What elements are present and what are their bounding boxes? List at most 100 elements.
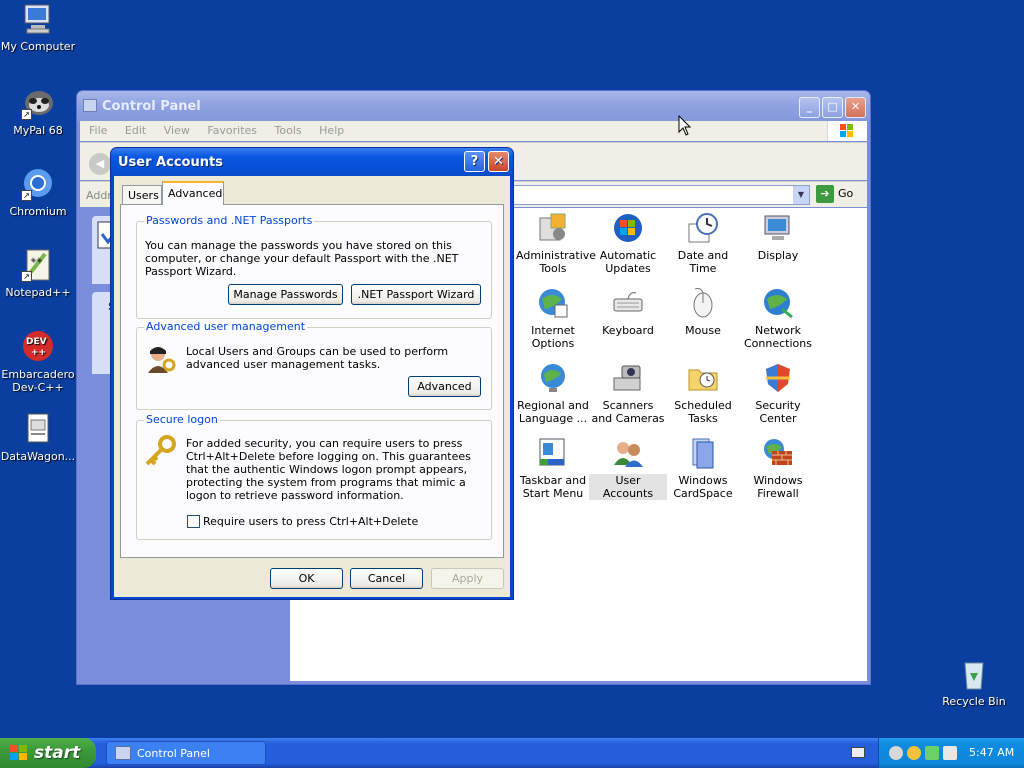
taskbar-item-label: Control Panel [137, 747, 210, 760]
go-button[interactable]: ➔ Go [816, 185, 864, 205]
require-ctrl-alt-delete-label[interactable]: Require users to press Ctrl+Alt+Delete [203, 515, 418, 528]
dialog-titlebar[interactable]: User Accounts ? ✕ [111, 148, 513, 176]
desktop-icon-recycle-bin[interactable]: Recycle Bin [936, 657, 1012, 708]
desktop-icon-devcpp[interactable]: DEV ++ Embarcadero Dev-C++ [0, 330, 76, 394]
menu-edit[interactable]: Edit [125, 124, 146, 137]
net-passport-wizard-button[interactable]: .NET Passport Wizard [351, 284, 481, 305]
cardspace-icon [687, 437, 719, 469]
secure-logon-description: For added security, you can require user… [186, 437, 471, 502]
tab-advanced[interactable]: Advanced [162, 181, 224, 205]
menu-favorites[interactable]: Favorites [207, 124, 257, 137]
scheduled-tasks-icon [687, 362, 719, 394]
users-key-icon [148, 347, 176, 373]
keyboard-icon [612, 287, 644, 319]
menu-view[interactable]: View [164, 124, 190, 137]
network-icon[interactable] [925, 746, 939, 760]
mypal-icon: ↗ [21, 86, 55, 120]
svg-text:DEV: DEV [26, 337, 47, 347]
volume-icon[interactable] [943, 746, 957, 760]
passwords-group-title: Passwords and .NET Passports [144, 214, 315, 227]
desktop-icon-label: Recycle Bin [942, 695, 1006, 708]
cp-item-internet-options[interactable]: Internet Options [514, 287, 592, 350]
minimize-button[interactable]: _ [799, 97, 820, 118]
advanced-management-description: Local Users and Groups can be used to pe… [186, 345, 449, 371]
go-label: Go [838, 187, 854, 200]
start-button[interactable]: start [0, 738, 96, 768]
menu-file[interactable]: File [89, 124, 107, 137]
close-button[interactable]: ✕ [845, 97, 866, 118]
cp-item-scheduled-tasks[interactable]: Scheduled Tasks [664, 362, 742, 425]
dialog-title: User Accounts [118, 155, 223, 170]
cp-item-network-connections[interactable]: Network Connections [739, 287, 817, 350]
chromium-icon: ↗ [21, 167, 55, 201]
cp-item-regional-language[interactable]: Regional and Language ... [514, 362, 592, 425]
cp-item-scanners-cameras[interactable]: Scanners and Cameras [589, 362, 667, 425]
cp-item-keyboard[interactable]: Keyboard [589, 287, 667, 337]
manage-passwords-button[interactable]: Manage Passwords [228, 284, 343, 305]
datawagon-icon [21, 412, 55, 446]
cancel-button[interactable]: Cancel [350, 568, 423, 589]
devcpp-icon: DEV ++ [21, 330, 55, 364]
advanced-management-title: Advanced user management [144, 320, 308, 333]
cp-item-taskbar-start-menu[interactable]: Taskbar and Start Menu [514, 437, 592, 500]
security-shield-icon[interactable] [907, 746, 921, 760]
desktop-icon-chromium[interactable]: ↗ Chromium [0, 167, 76, 218]
advanced-tab-panel: Passwords and .NET Passports You can man… [120, 204, 504, 558]
desktop-icon-my-computer[interactable]: My Computer [0, 2, 76, 53]
cp-item-automatic-updates[interactable]: Automatic Updates [589, 212, 667, 275]
cp-item-mouse[interactable]: Mouse [664, 287, 742, 337]
svg-text:++: ++ [31, 348, 46, 358]
require-ctrl-alt-delete-checkbox[interactable] [187, 515, 200, 528]
apply-button[interactable]: Apply [431, 568, 504, 589]
automatic-updates-icon [612, 212, 644, 244]
clock[interactable]: 5:47 AM [969, 746, 1014, 759]
cp-item-display[interactable]: Display [739, 212, 817, 262]
secure-logon-group: Secure logon For added security, you can… [136, 413, 492, 540]
shortcut-arrow-icon: ↗ [21, 271, 32, 282]
shortcut-arrow-icon: ↗ [21, 109, 32, 120]
taskbar-item-control-panel[interactable]: Control Panel [106, 741, 266, 765]
administrative-tools-icon [537, 212, 569, 244]
tab-users[interactable]: Users [122, 185, 162, 205]
svg-text:++: ++ [30, 256, 42, 264]
passwords-description: You can manage the passwords you have st… [145, 239, 459, 278]
address-field[interactable]: ▼ [510, 185, 810, 205]
menu-help[interactable]: Help [319, 124, 344, 137]
desktop-icon-datawagon[interactable]: DataWagon... [0, 412, 76, 463]
cp-item-administrative-tools[interactable]: Administrative Tools [514, 212, 596, 275]
tray-app-icon[interactable] [889, 746, 903, 760]
control-panel-title-icon [83, 99, 97, 112]
desktop-icon-label: DataWagon... [0, 450, 76, 463]
keyboard-layout-icon[interactable] [851, 747, 865, 758]
desktop-icon-label: Notepad++ [5, 286, 71, 299]
chevron-down-icon[interactable]: ▼ [793, 186, 809, 204]
ok-button[interactable]: OK [270, 568, 343, 589]
recycle-bin-icon [957, 657, 991, 691]
taskbar: start Control Panel 5:47 AM [0, 738, 1024, 768]
passwords-group: Passwords and .NET Passports You can man… [136, 214, 492, 319]
secure-logon-title: Secure logon [144, 413, 220, 426]
control-panel-titlebar[interactable]: Control Panel _ □ ✕ [77, 91, 870, 121]
desktop-icon-label: My Computer [0, 40, 76, 53]
security-center-icon [762, 362, 794, 394]
cp-item-date-time[interactable]: Date and Time [664, 212, 742, 275]
cp-item-user-accounts[interactable]: User Accounts [589, 437, 667, 500]
cp-item-security-center[interactable]: Security Center [739, 362, 817, 425]
menu-tools[interactable]: Tools [275, 124, 302, 137]
advanced-button[interactable]: Advanced [408, 376, 481, 397]
dialog-body: Users Advanced Passwords and .NET Passpo… [114, 176, 510, 597]
help-button[interactable]: ? [464, 151, 485, 172]
desktop-icon-notepadpp[interactable]: ++ ↗ Notepad++ [0, 248, 76, 299]
control-panel-title: Control Panel [102, 99, 201, 114]
go-arrow-icon: ➔ [816, 185, 834, 203]
back-arrow-icon[interactable]: ◀ [89, 153, 111, 175]
dialog-close-button[interactable]: ✕ [488, 151, 509, 172]
cp-item-windows-firewall[interactable]: Windows Firewall [739, 437, 817, 500]
network-connections-icon [762, 287, 794, 319]
key-icon [145, 435, 176, 466]
desktop-icon-mypal[interactable]: ↗ MyPal 68 [0, 86, 76, 137]
maximize-button[interactable]: □ [822, 97, 843, 118]
user-accounts-dialog[interactable]: User Accounts ? ✕ Users Advanced Passwor… [110, 147, 514, 600]
cp-item-windows-cardspace[interactable]: Windows CardSpace [664, 437, 742, 500]
notepadpp-icon: ++ ↗ [21, 248, 55, 282]
